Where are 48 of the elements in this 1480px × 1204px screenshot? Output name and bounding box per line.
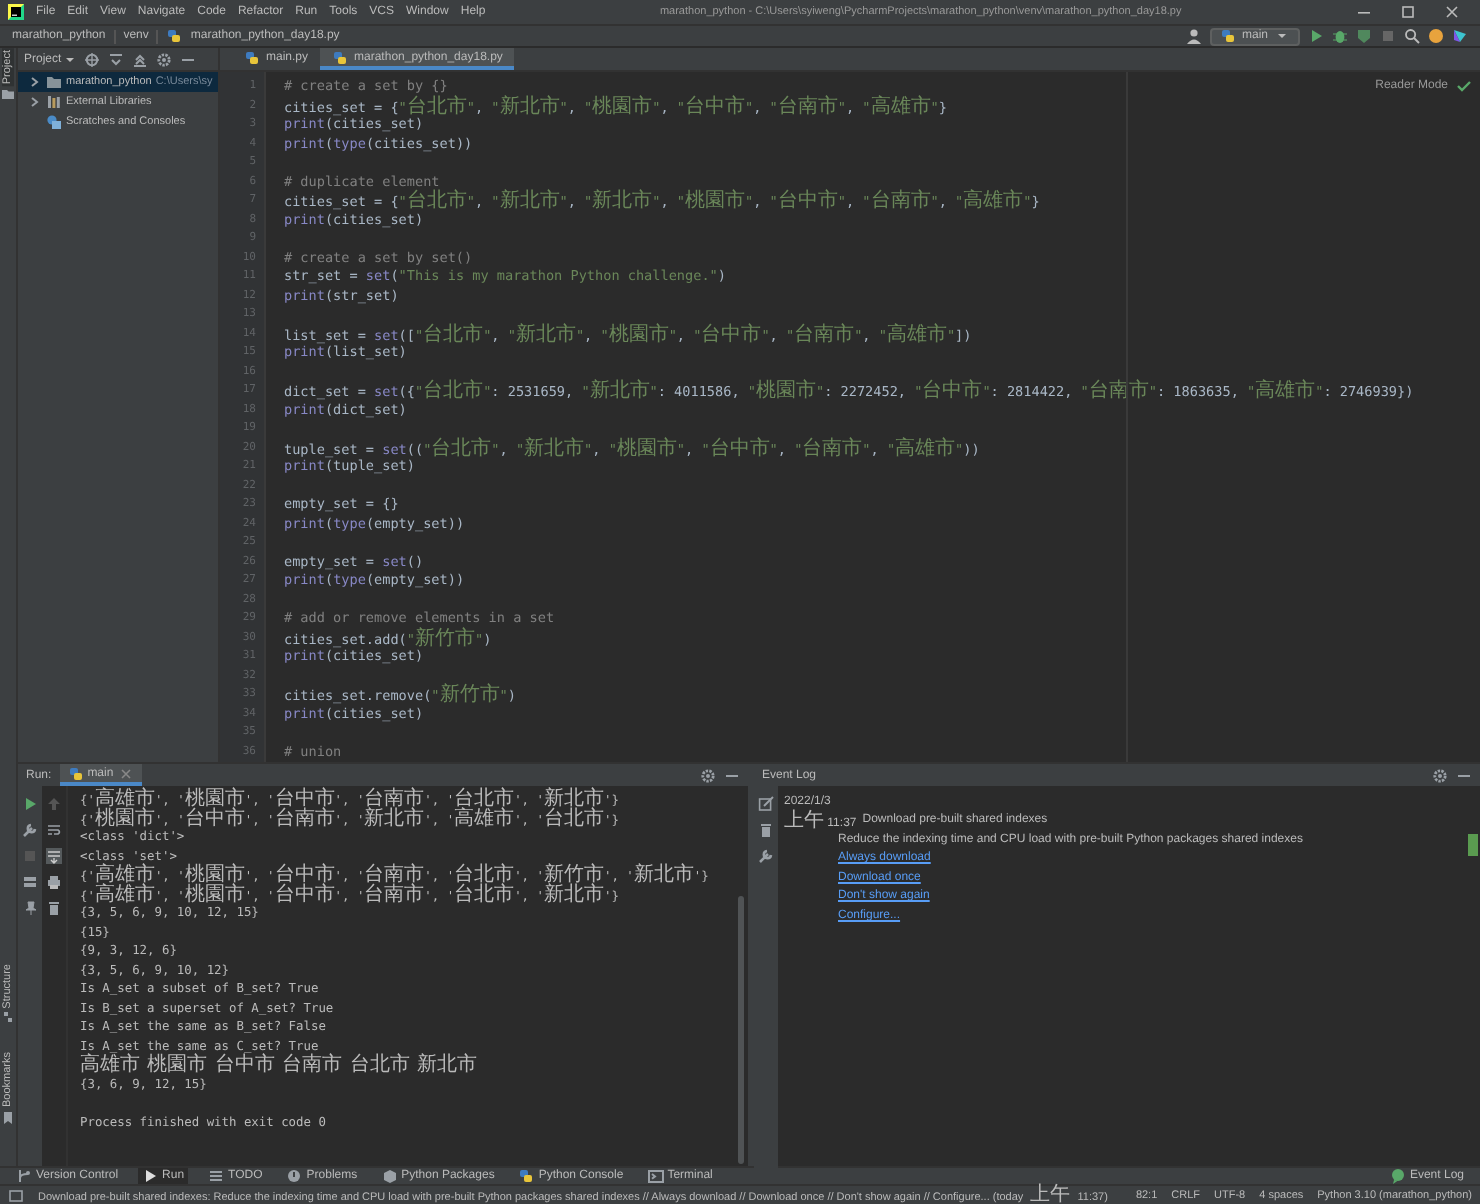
check-icon	[1456, 78, 1472, 94]
python-file-icon	[67, 765, 84, 781]
python-file-icon	[244, 49, 260, 65]
gear-icon[interactable]	[155, 51, 172, 67]
expand-icon[interactable]	[131, 51, 148, 67]
scroll-end-icon[interactable]	[46, 848, 62, 864]
message-icon[interactable]	[8, 1187, 24, 1203]
gear-icon[interactable]	[700, 767, 716, 783]
terminal-icon	[647, 1168, 664, 1184]
library-icon	[46, 94, 62, 110]
scratches-icon	[46, 114, 62, 130]
wrap-icon[interactable]	[46, 822, 62, 838]
caret-icon	[1274, 28, 1290, 44]
collapse-icon[interactable]	[107, 51, 124, 67]
python-file-icon	[1219, 28, 1236, 44]
wrench-icon[interactable]	[758, 848, 774, 864]
edit-icon[interactable]	[758, 796, 774, 812]
python-file-icon	[332, 49, 349, 65]
bug-icon[interactable]	[1332, 28, 1348, 44]
python-file-icon	[518, 1168, 535, 1184]
target-icon[interactable]	[83, 51, 100, 67]
wrench-icon[interactable]	[22, 822, 38, 838]
maximize-icon[interactable]	[1400, 4, 1416, 20]
close-icon[interactable]	[1444, 4, 1460, 20]
list-icon	[208, 1168, 225, 1184]
status-indicator	[1468, 834, 1478, 856]
bookmark-icon[interactable]	[0, 1110, 16, 1126]
search-icon[interactable]	[1404, 28, 1420, 44]
balloon-icon	[1389, 1168, 1406, 1184]
run-icon[interactable]	[1308, 28, 1324, 44]
print-icon[interactable]	[46, 874, 62, 890]
scrollbar[interactable]	[738, 896, 744, 1164]
toolbox-icon[interactable]	[1452, 28, 1468, 44]
folder-icon	[46, 74, 62, 90]
gear-icon[interactable]	[1432, 767, 1448, 783]
structure-icon[interactable]	[0, 1010, 16, 1027]
run-icon[interactable]	[22, 796, 38, 812]
python-file-icon	[166, 28, 183, 44]
pin-icon[interactable]	[22, 900, 38, 916]
user-icon[interactable]	[1185, 28, 1202, 44]
layout-icon[interactable]	[22, 874, 38, 890]
logo-icon	[8, 4, 24, 20]
update-icon[interactable]	[1428, 28, 1444, 44]
branch-icon	[16, 1168, 32, 1184]
trash-icon[interactable]	[46, 900, 62, 916]
coverage-icon[interactable]	[1356, 28, 1372, 44]
console-line: 高雄市 桃園市 台中市 台南市 台北市 新北市	[80, 1056, 480, 1075]
trash-icon[interactable]	[758, 822, 774, 838]
